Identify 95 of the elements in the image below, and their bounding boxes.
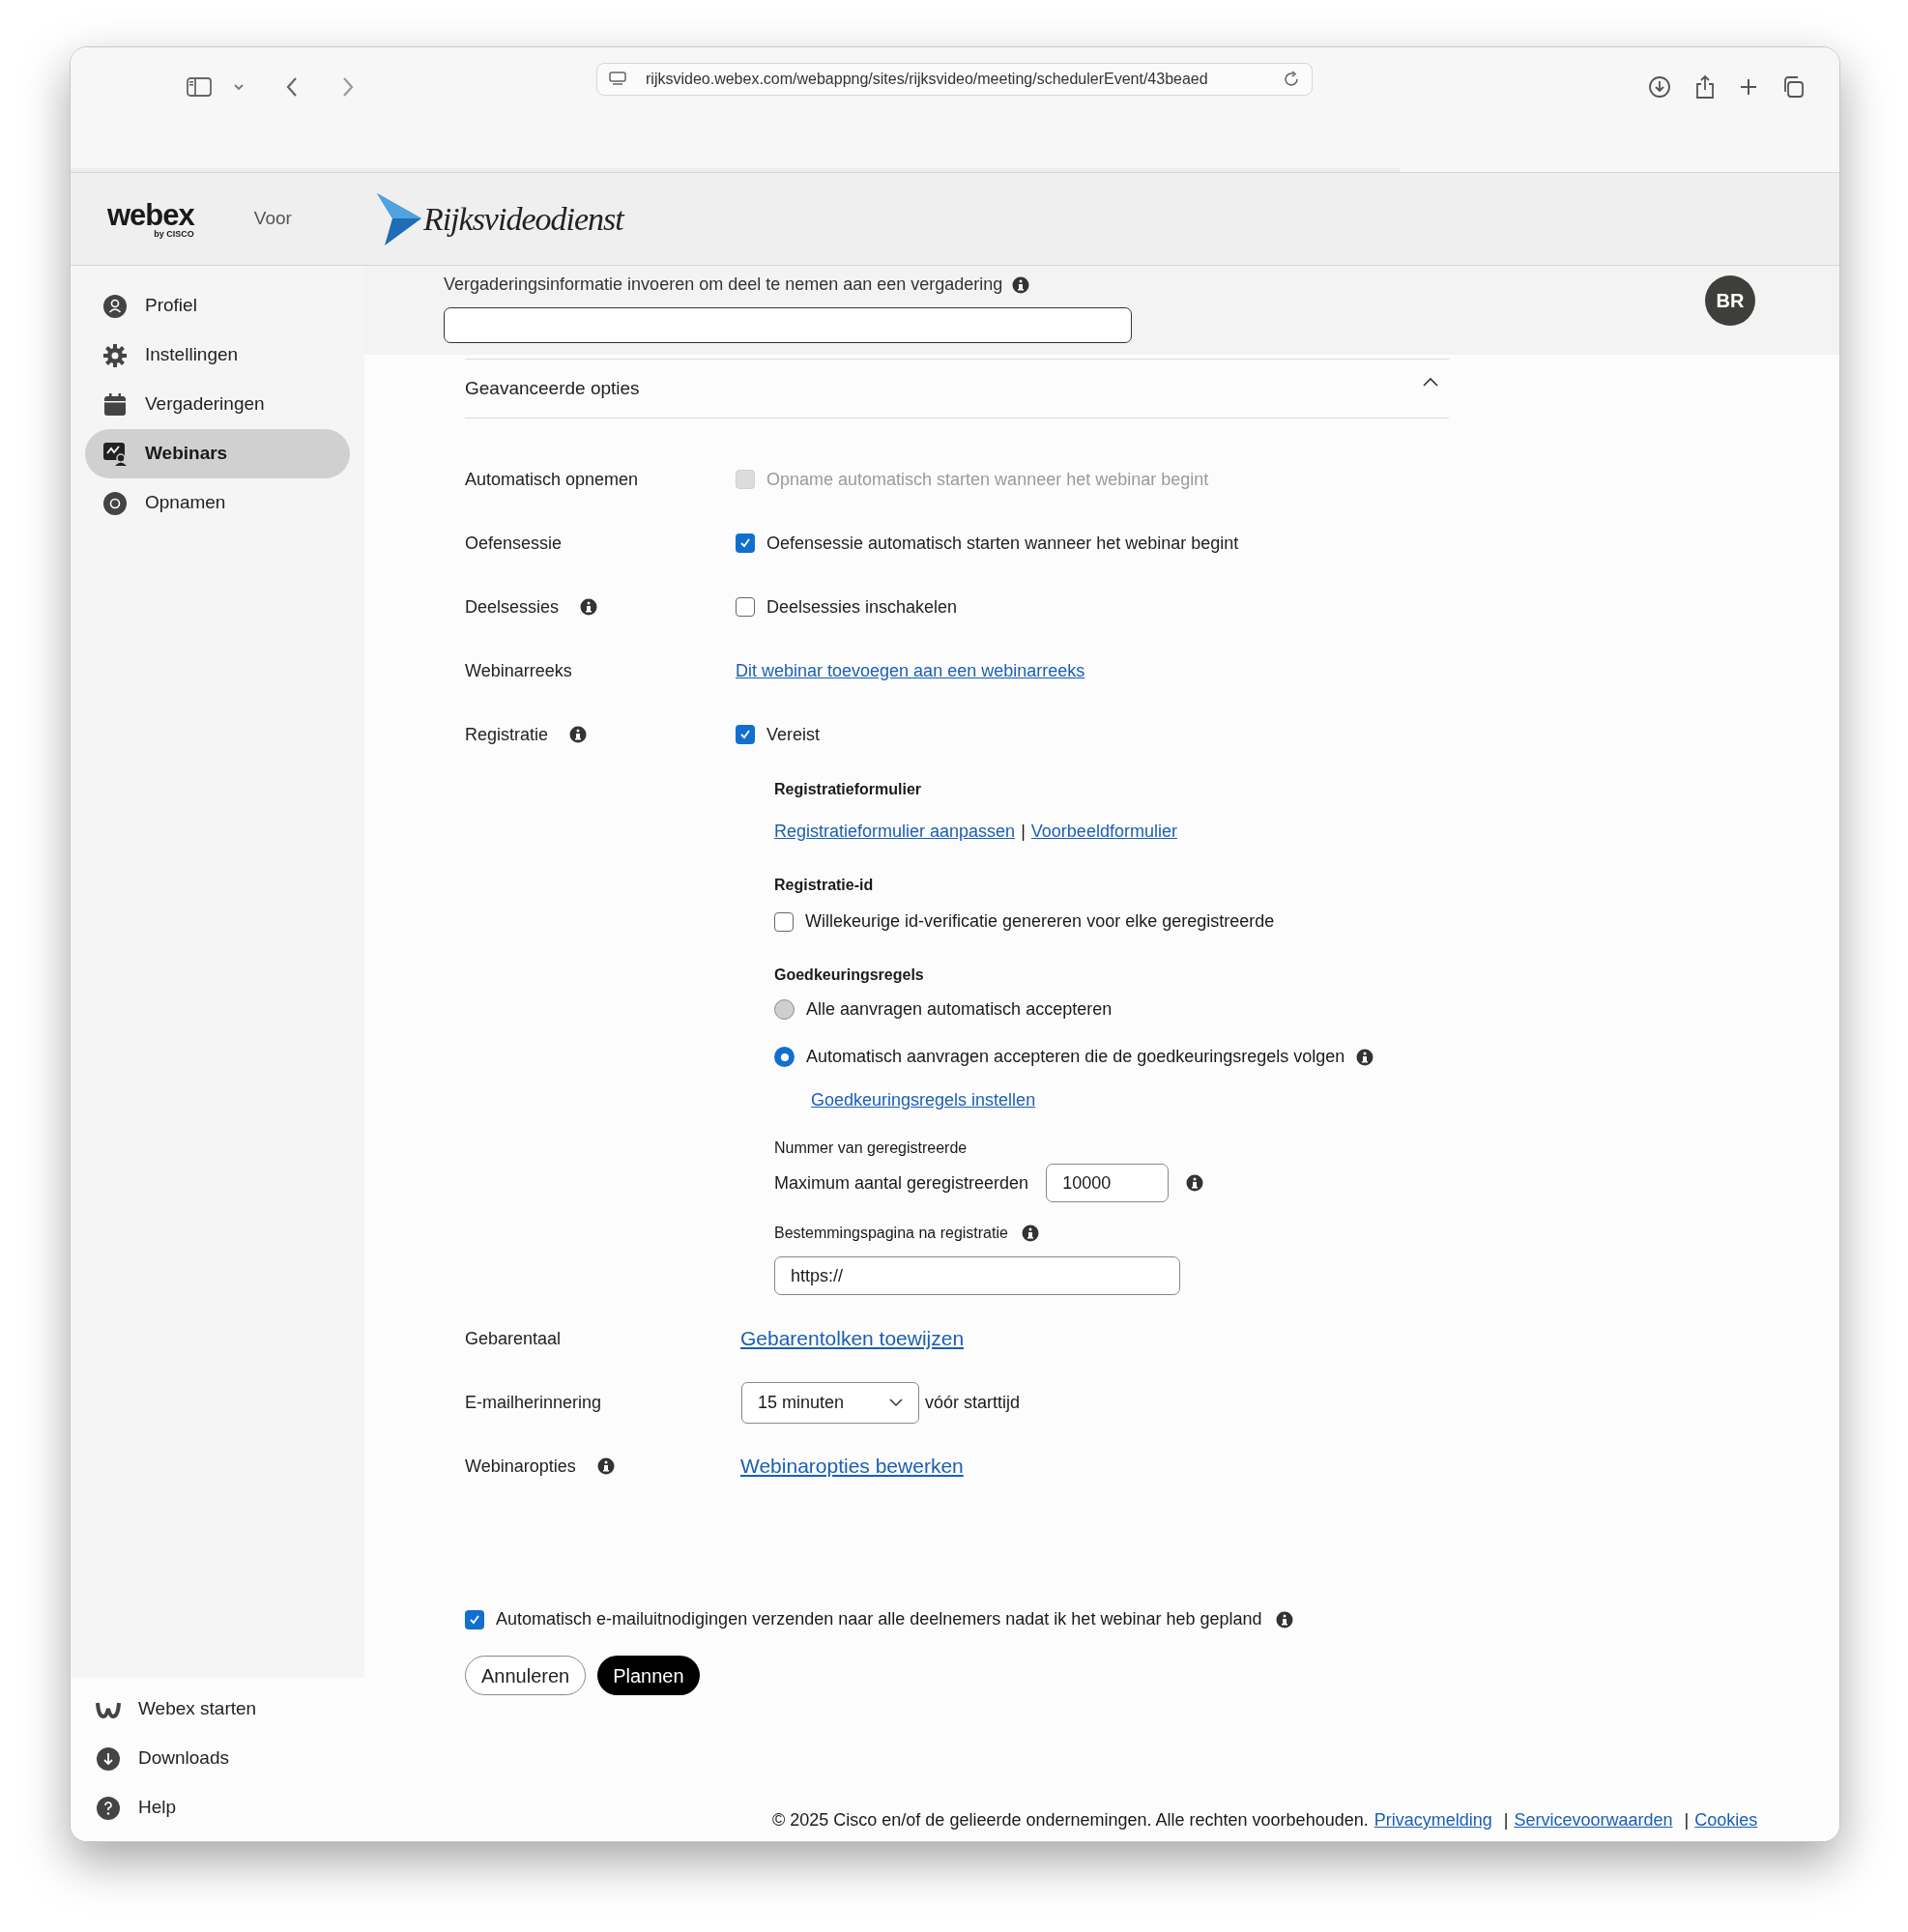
option-label: Automatisch opnemen	[465, 468, 639, 491]
sidebar-item[interactable]: Vergaderingen	[85, 380, 350, 429]
checkbox-label: Vereist	[766, 723, 821, 746]
option-label: Oefensessie	[465, 532, 563, 555]
separator: |	[1684, 1809, 1690, 1831]
check-icon	[738, 728, 752, 741]
arrow-logo-icon	[376, 192, 421, 245]
reload-icon[interactable]	[1283, 71, 1300, 88]
check-icon	[738, 536, 752, 550]
option-label: E-mailherinnering	[465, 1391, 602, 1414]
info-icon[interactable]	[596, 1457, 615, 1475]
link[interactable]: Registratieformulier aanpassen	[774, 819, 1016, 845]
suffix-text: vóór starttijd	[925, 1391, 1021, 1414]
separator: |	[1503, 1809, 1509, 1831]
link[interactable]: Voorbeeldformulier	[1030, 819, 1177, 845]
section-heading: Bestemmingspagina na registratie	[774, 1224, 1008, 1243]
sidebar-item[interactable]: Profiel	[85, 281, 350, 331]
sidebar-item[interactable]: Webex starten	[96, 1691, 339, 1727]
webex-logo: webex by CISCO	[107, 199, 194, 239]
field-label: Maximum aantal geregistreerden	[774, 1171, 1029, 1195]
checkbox-label: Willekeurige id-verificatie genereren voor elke geregistreerde	[805, 910, 1275, 933]
section-heading: Registratieformulier	[774, 780, 923, 799]
link[interactable]: Webinaropties bewerken	[740, 1451, 964, 1482]
cancel-button[interactable]: Annuleren	[465, 1656, 587, 1695]
sidebar-toggle-icon[interactable]	[187, 76, 212, 97]
person-icon	[102, 293, 128, 319]
chevron-down-icon[interactable]	[233, 82, 245, 91]
record-icon	[102, 490, 128, 516]
link[interactable]: Dit webinar toevoegen aan een webinarreeks	[736, 657, 1085, 684]
info-icon[interactable]	[580, 598, 598, 616]
checkbox-label: Oefensessie automatisch starten wanneer het webinar begint	[766, 532, 1239, 555]
url-text: rijksvideo.webex.com/webappng/sites/rijksvideo/meeting/schedulerEvent/43beaed	[646, 70, 1209, 89]
tabs-overview-icon[interactable]	[1781, 74, 1805, 99]
caret-icon	[889, 1398, 903, 1407]
checkbox-label: Automatisch e-mailuitnodigingen verzenden naar alle deelnemers nadat ik het webinar heb gepland	[496, 1608, 1262, 1630]
radio-button[interactable]	[774, 1047, 795, 1067]
info-icon[interactable]	[1275, 1610, 1293, 1629]
checkbox[interactable]	[774, 911, 794, 932]
sidebar-item[interactable]: Opnamen	[85, 478, 350, 528]
info-icon[interactable]	[1021, 1225, 1039, 1242]
settings-icon	[102, 342, 128, 368]
radio-button[interactable]	[774, 999, 795, 1020]
link[interactable]: Goedkeuringsregels instellen	[811, 1087, 1036, 1113]
checkbox[interactable]	[736, 597, 755, 617]
info-icon[interactable]	[1186, 1174, 1204, 1192]
link[interactable]: Servicevoorwaarden	[1514, 1807, 1673, 1833]
link[interactable]: Privacymelding	[1373, 1807, 1492, 1833]
forward-icon[interactable]	[341, 75, 355, 98]
checkbox[interactable]	[736, 725, 755, 744]
section-title: Geavanceerde opties	[465, 376, 640, 400]
address-bar[interactable]: rijksvideo.webex.com/webappng/sites/rijksvideo/meeting/schedulerEvent/43beaed	[596, 63, 1313, 96]
checkbox[interactable]	[736, 533, 755, 553]
checkbox-label: Opname automatisch starten wanneer het webinar begint	[766, 468, 1209, 491]
help-icon	[96, 1795, 121, 1821]
checkbox[interactable]	[465, 1609, 484, 1629]
user-avatar[interactable]: BR	[1705, 275, 1755, 326]
radio-label: Alle aanvragen automatisch accepteren	[806, 998, 1113, 1021]
info-icon[interactable]	[1356, 1048, 1374, 1066]
share-icon[interactable]	[1694, 73, 1716, 100]
section-heading: Goedkeuringsregels	[774, 966, 925, 985]
option-label: Webinarreeks	[465, 659, 572, 682]
link[interactable]: Cookies	[1694, 1807, 1758, 1833]
section-heading: Registratie-id	[774, 876, 875, 895]
info-icon[interactable]	[1012, 275, 1030, 294]
sidebar-item[interactable]: Webinars	[85, 429, 350, 478]
separator: |	[1021, 821, 1026, 843]
voor-label: Voor	[253, 207, 292, 231]
chevron-up-icon[interactable]	[1422, 377, 1439, 388]
meeting-info-input[interactable]	[444, 307, 1132, 343]
section-heading: Nummer van geregistreerde	[774, 1139, 968, 1158]
schedule-button[interactable]: Plannen	[597, 1656, 700, 1695]
copyright-text: © 2025 Cisco en/of de gelieerde ondernemingen. Alle rechten voorbehouden.	[772, 1809, 1369, 1831]
chart-screen-icon	[102, 441, 128, 467]
max-registrants-input[interactable]: 10000	[1046, 1164, 1170, 1202]
option-label: Webinaropties	[465, 1455, 576, 1478]
download-icon	[96, 1745, 121, 1772]
new-tab-icon[interactable]	[1739, 76, 1758, 97]
download-icon[interactable]	[1648, 74, 1671, 99]
sidebar-item[interactable]: Downloads	[96, 1741, 339, 1776]
option-label: Gebarentaal	[465, 1327, 562, 1350]
radio-label: Automatisch aanvragen accepteren die de goedkeuringsregels volgen	[806, 1046, 1345, 1068]
back-icon[interactable]	[285, 75, 299, 98]
join-label: Vergaderingsinformatie invoeren om deel te nemen aan een vergadering	[444, 274, 1003, 296]
calendar-icon	[102, 391, 128, 418]
brand-name: Rijksvideodienst	[422, 200, 623, 239]
option-label: Deelsessies	[465, 595, 560, 619]
info-icon[interactable]	[569, 726, 588, 743]
sidebar-item[interactable]: Instellingen	[85, 331, 350, 380]
url-input[interactable]: https://	[774, 1256, 1180, 1295]
option-label: Registratie	[465, 723, 549, 746]
reminder-select[interactable]: 15 minuten	[741, 1381, 919, 1424]
checkbox-label: Deelsessies inschakelen	[766, 595, 958, 619]
link[interactable]: Gebarentolken toewijzen	[740, 1323, 965, 1354]
site-settings-icon[interactable]	[609, 72, 626, 87]
sidebar-item[interactable]: Help	[96, 1790, 339, 1826]
